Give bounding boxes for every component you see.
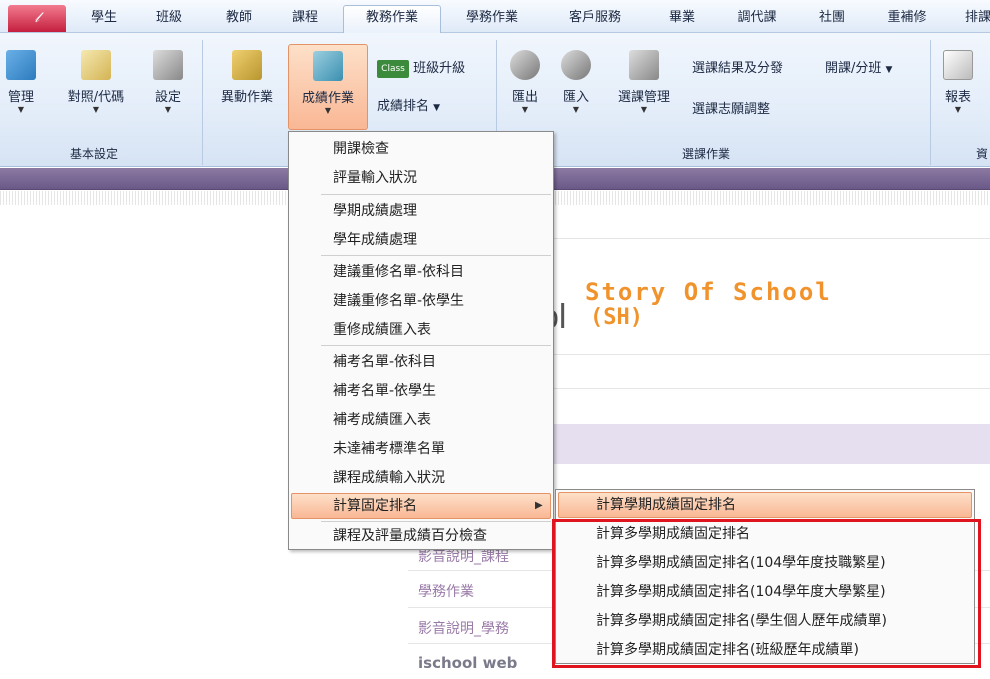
report-icon [943,50,973,80]
menu-item-semester-grade[interactable]: 學期成績處理 [333,198,417,224]
menu-item-assessment-input-status[interactable]: 評量輸入狀況 [333,165,417,191]
menu-item-course-check[interactable]: 開課檢查 [333,136,389,162]
group-label-partial: 資 [976,147,989,161]
menu-separator [321,194,551,195]
calculator-icon [313,51,343,81]
mapping-code-button[interactable]: 對照/代碼 ▼ [60,50,132,114]
tab-customer-service[interactable]: 客戶服務 [560,7,630,33]
tab-classes[interactable]: 班級 [149,7,189,33]
selection-preference-button[interactable]: 選課志願調整 [692,98,770,117]
database-import-icon [561,50,591,80]
chevron-down-icon: ▼ [433,103,441,113]
database-export-icon [510,50,540,80]
ribbon-tab-bar: 𝓁 學生 班級 教師 課程 教務作業 學務作業 客戶服務 畢業 調代課 社團 重… [0,0,990,34]
menu-item-course-grade-input-status[interactable]: 課程成績輸入狀況 [333,465,445,491]
group-label-basic: 基本設定 [70,147,119,161]
menu-item-highlight [291,493,551,519]
tab-scheduling[interactable]: 排課 [958,7,990,33]
manage-icon [6,50,36,80]
import-button[interactable]: 匯入 ▼ [556,50,596,114]
settings-icon [153,50,183,80]
group-label-course: 選課作業 [682,147,731,161]
settings-button[interactable]: 設定 ▼ [150,50,186,114]
menu-item-retake-by-student[interactable]: 建議重修名單-依學生 [333,288,464,314]
course-selection-manage-button[interactable]: 選課管理 ▼ [610,50,678,114]
document-icon [232,50,262,80]
menu-separator [321,521,551,522]
menu-separator [321,255,551,256]
group-separator [202,40,203,165]
tab-teachers[interactable]: 教師 [219,7,259,33]
menu-item-makeup-by-subject[interactable]: 補考名單-依科目 [333,349,436,375]
story-of-school-logo: Story Of School [585,278,832,306]
grade-operation-button[interactable]: 成績作業 ▼ [288,44,368,130]
menu-item-makeup-by-student[interactable]: 補考名單-依學生 [333,378,436,404]
open-class-button[interactable]: 開課/分班 ▼ [825,57,892,76]
lock-icon [81,50,111,80]
tab-academic-affairs[interactable]: 教務作業 [343,5,441,34]
menu-item-year-grade[interactable]: 學年成績處理 [333,227,417,253]
grade-ranking-button[interactable]: 成績排名 ▼ [377,95,440,114]
menu-item-below-makeup-standard[interactable]: 未達補考標準名單 [333,436,445,462]
submenu-arrow-icon: ▶ [535,500,543,511]
sh-label: (SH) [590,305,643,330]
export-button[interactable]: 匯出 ▼ [505,50,545,114]
tab-substitute-class[interactable]: 調代課 [730,7,784,33]
menu-item-makeup-import[interactable]: 補考成績匯入表 [333,407,431,433]
menu-item-retake-import[interactable]: 重修成績匯入表 [333,317,431,343]
tab-remedial[interactable]: 重補修 [880,7,934,33]
settings-icon [629,50,659,80]
group-separator [930,40,931,165]
report-button[interactable]: 報表 ▼ [940,50,976,114]
tab-clubs[interactable]: 社團 [812,7,852,33]
app-menu-button[interactable]: 𝓁 [8,5,66,32]
submenu-item-semester-rank[interactable]: 計算學期成績固定排名 [596,492,736,518]
tab-student-affairs[interactable]: 學務作業 [457,7,527,33]
chevron-down-icon: ▼ [885,65,893,75]
grade-operation-menu: 開課檢查 評量輸入狀況 學期成績處理 學年成績處理 建議重修名單-依科目 建議重… [288,131,554,550]
ischool-web-link[interactable]: ischool web [418,654,517,672]
menu-item-percent-check[interactable]: 課程及評量成績百分檢查 [333,523,487,549]
menu-item-calc-fixed-rank[interactable]: 計算固定排名 [333,493,417,519]
menu-separator [321,345,551,346]
selection-result-button[interactable]: 選課結果及分發 [692,57,783,76]
tab-courses[interactable]: 課程 [285,7,325,33]
link-video-student-affairs[interactable]: 影音說明_學務 [418,618,509,638]
link-student-affairs[interactable]: 學務作業 [418,581,474,601]
highlight-annotation-box [552,519,981,668]
tab-students[interactable]: 學生 [84,7,124,33]
class-upgrade-button[interactable]: Class 班級升級 [377,57,465,78]
class-icon: Class [377,59,409,78]
manage-button[interactable]: 管理 ▼ [3,50,39,114]
tab-graduation[interactable]: 畢業 [662,7,702,33]
menu-item-retake-by-subject[interactable]: 建議重修名單-依科目 [333,259,464,285]
change-operation-button[interactable]: 異動作業 [212,50,282,105]
